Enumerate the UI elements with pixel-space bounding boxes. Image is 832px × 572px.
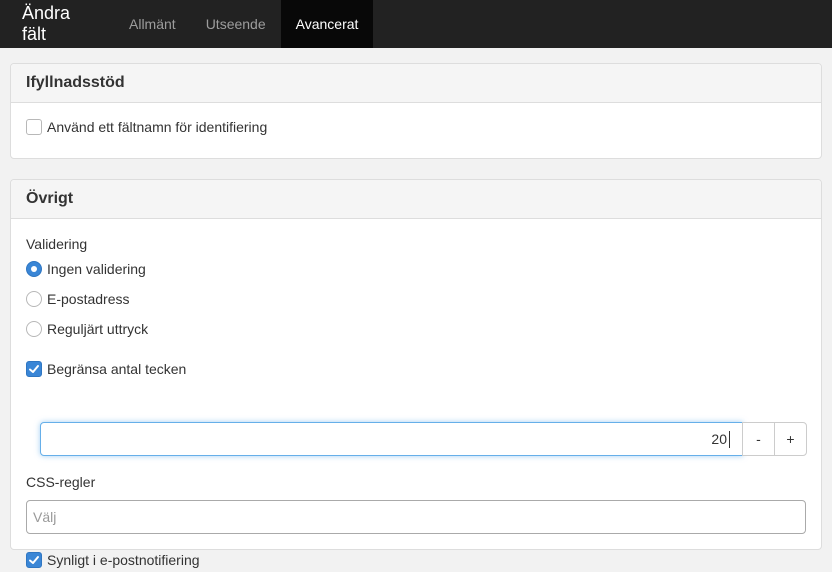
decrement-button[interactable]: - xyxy=(742,422,775,456)
tab-utseende[interactable]: Utseende xyxy=(191,0,281,48)
increment-button[interactable]: + xyxy=(774,422,807,456)
validation-label-row: Validering xyxy=(26,236,87,252)
visible-in-email-row[interactable]: Synligt i e-postnotifiering xyxy=(26,552,200,568)
radio-no-validation[interactable] xyxy=(26,261,42,277)
dialog-title: Ändra fält xyxy=(22,3,71,44)
use-field-name-row[interactable]: Använd ett fältnamn för identifiering xyxy=(26,119,267,135)
css-rules-label: CSS-regler xyxy=(26,474,96,490)
limit-chars-checkbox[interactable] xyxy=(26,361,42,377)
other-panel: Övrigt Validering Ingen validering E-pos… xyxy=(10,179,822,568)
radio-no-validation-label[interactable]: Ingen validering xyxy=(47,261,146,277)
validation-label: Validering xyxy=(26,236,88,252)
visible-in-email-checkbox[interactable] xyxy=(26,552,42,568)
text-cursor xyxy=(729,430,730,448)
radio-email-label[interactable]: E-postadress xyxy=(47,291,129,307)
use-field-name-checkbox[interactable] xyxy=(26,119,42,135)
autofill-panel-heading: Ifyllnadsstöd xyxy=(11,64,821,103)
css-rules-placeholder: Välj xyxy=(33,509,57,525)
css-rules-label-row: CSS-regler xyxy=(26,474,95,490)
radio-row-email[interactable]: E-postadress xyxy=(26,291,129,307)
tab-avancerat[interactable]: Avancerat xyxy=(280,0,374,48)
other-panel-heading: Övrigt xyxy=(11,180,821,219)
limit-chars-label[interactable]: Begränsa antal tecken xyxy=(47,361,186,377)
radio-email[interactable] xyxy=(26,291,42,307)
css-rules-select[interactable]: Välj xyxy=(26,500,806,534)
autofill-panel: Ifyllnadsstöd Använd ett fältnamn för id… xyxy=(10,63,822,159)
radio-regex-label[interactable]: Reguljärt uttryck xyxy=(47,321,148,337)
top-navbar: Ändra fält Allmänt Utseende Avancerat xyxy=(0,0,832,48)
char-limit-input[interactable]: 20 xyxy=(40,422,743,456)
radio-row-regex[interactable]: Reguljärt uttryck xyxy=(26,321,148,337)
check-icon xyxy=(29,365,39,373)
limit-chars-row[interactable]: Begränsa antal tecken xyxy=(26,361,186,377)
char-limit-value: 20 xyxy=(711,431,727,447)
visible-in-email-label[interactable]: Synligt i e-postnotifiering xyxy=(47,552,200,568)
use-field-name-label[interactable]: Använd ett fältnamn för identifiering xyxy=(47,119,267,135)
tab-allmant[interactable]: Allmänt xyxy=(114,0,191,48)
radio-regex[interactable] xyxy=(26,321,42,337)
radio-row-none[interactable]: Ingen validering xyxy=(26,261,146,277)
check-icon xyxy=(29,556,39,564)
